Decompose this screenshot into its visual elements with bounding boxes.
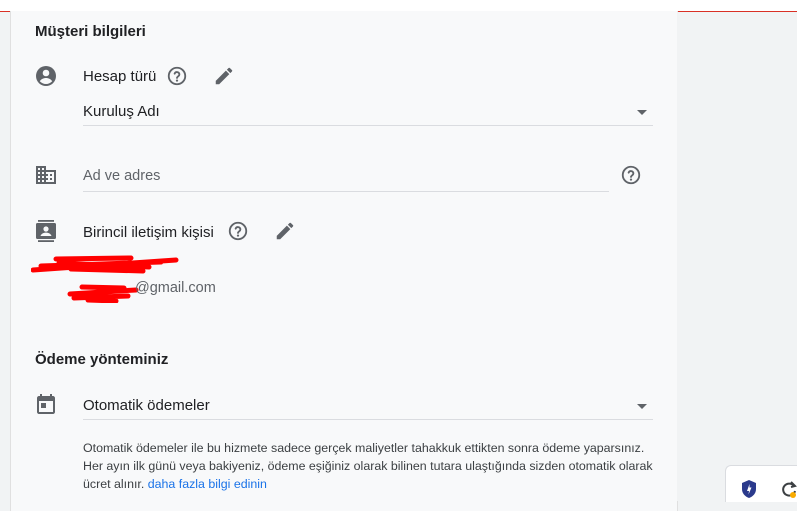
right-panel xyxy=(677,12,797,501)
shield-extension-icon[interactable] xyxy=(740,479,758,499)
browser-extension-tray xyxy=(725,465,797,502)
contact-card-icon xyxy=(36,220,56,242)
learn-more-link[interactable]: daha fazla bilgi edinin xyxy=(148,477,267,491)
address-help-icon[interactable] xyxy=(620,164,642,186)
calendar-icon xyxy=(37,394,55,414)
billing-card: Müşteri bilgileri Hesap türü Kuruluş Adı… xyxy=(10,11,678,511)
customer-section-title: Müşteri bilgileri xyxy=(35,23,146,40)
payment-dropdown-caret-icon xyxy=(637,404,647,409)
payment-section-title: Ödeme yönteminiz xyxy=(35,351,169,368)
account-type-label: Hesap türü xyxy=(83,68,157,85)
contact-edit-pencil-icon[interactable] xyxy=(274,220,296,242)
address-placeholder: Ad ve adres xyxy=(83,168,161,184)
business-building-icon xyxy=(36,166,56,184)
account-type-value: Kuruluş Adı xyxy=(83,103,160,120)
account-circle-icon xyxy=(36,66,56,86)
payment-info-text: Otomatik ödemeler ile bu hizmete sadece … xyxy=(83,441,653,491)
redacted-contact-name xyxy=(31,255,179,274)
primary-contact-label: Birincil iletişim kişisi xyxy=(83,224,214,241)
refresh-extension-icon[interactable] xyxy=(780,479,797,499)
edit-pencil-icon[interactable] xyxy=(213,65,235,87)
contact-help-icon[interactable] xyxy=(227,220,249,242)
contact-email: @gmail.com xyxy=(135,280,216,296)
payment-method-value: Otomatik ödemeler xyxy=(83,397,210,414)
help-icon[interactable] xyxy=(166,65,188,87)
redacted-email-user xyxy=(67,284,139,303)
dropdown-caret-icon xyxy=(637,110,647,115)
